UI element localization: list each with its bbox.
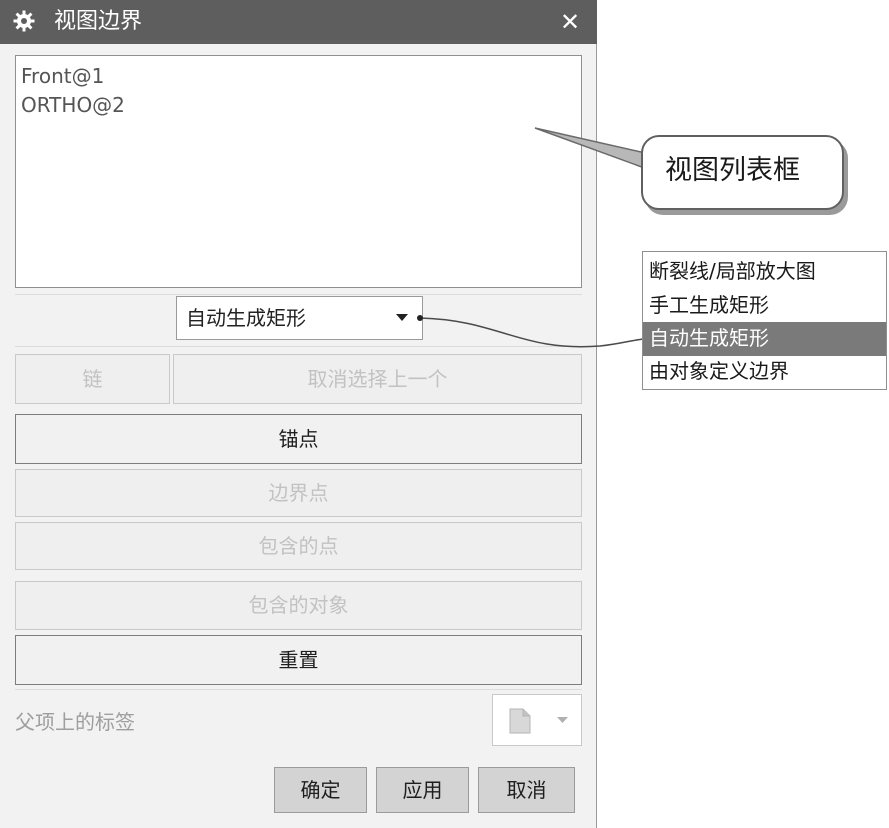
option-auto-rectangle[interactable]: 自动生成矩形	[643, 322, 886, 356]
boundary-type-options: 断裂线/局部放大图 手工生成矩形 自动生成矩形 由对象定义边界	[642, 251, 887, 390]
leader-dot	[417, 315, 423, 321]
annotation-connectors	[417, 127, 651, 348]
callout-text: 视图列表框	[665, 155, 800, 186]
option-break-line[interactable]: 断裂线/局部放大图	[643, 255, 886, 289]
leader-line	[419, 317, 645, 348]
option-object-defined[interactable]: 由对象定义边界	[643, 355, 886, 389]
view-list-callout: 视图列表框	[641, 135, 844, 210]
option-manual-rectangle[interactable]: 手工生成矩形	[643, 289, 886, 323]
callout-pointer	[534, 127, 651, 172]
